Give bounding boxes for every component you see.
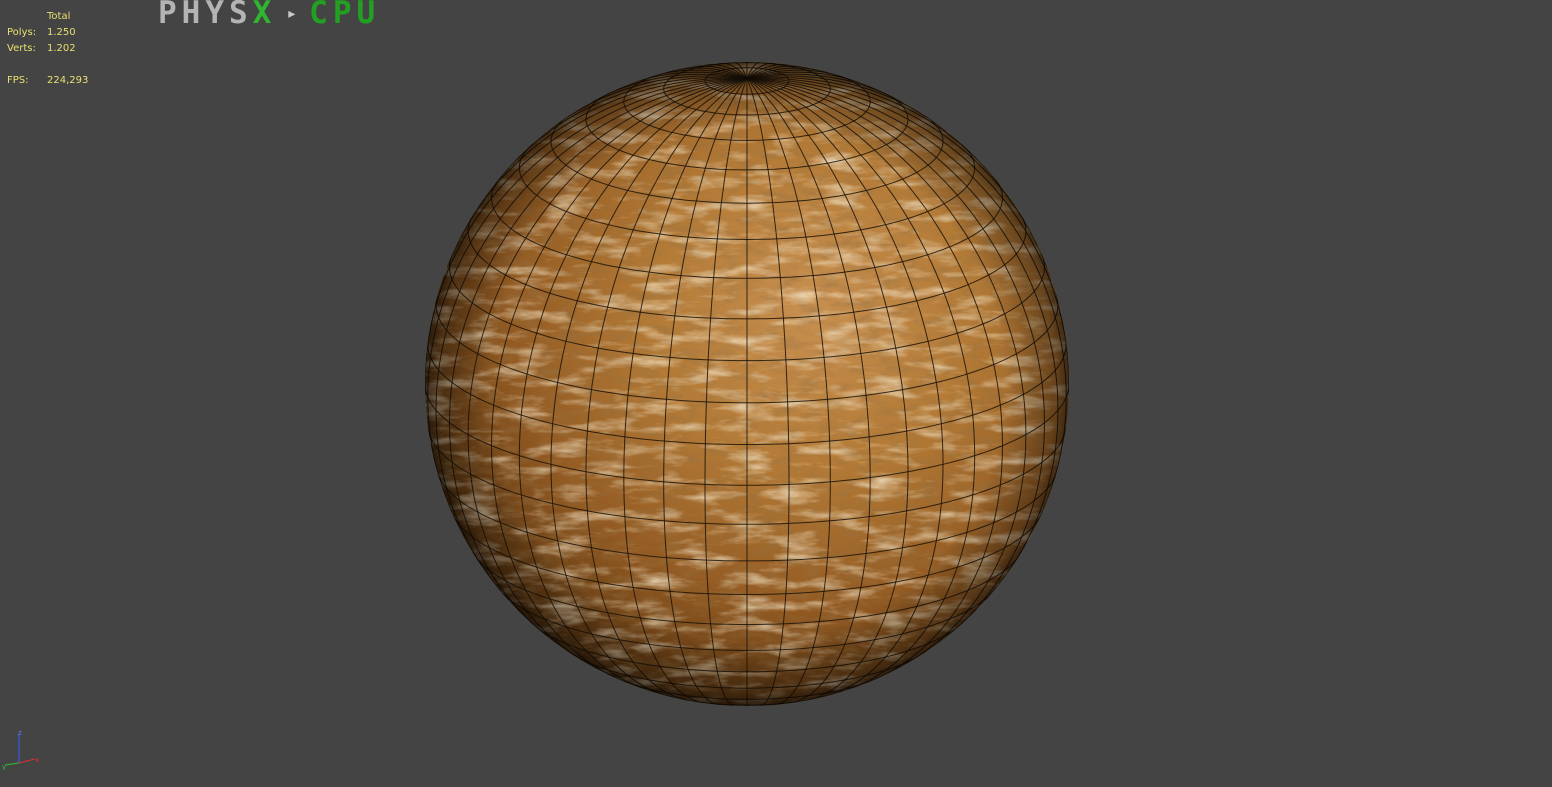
arrow-icon: ▸ <box>286 3 298 24</box>
x-axis-line <box>18 758 36 764</box>
viewport[interactable]: Total Polys: 1.250 Verts: 1.202 FPS: 224… <box>0 0 1552 787</box>
physx-x-letter: X <box>252 0 277 31</box>
sphere[interactable] <box>425 62 1069 706</box>
verts-value: 1.202 <box>47 43 76 54</box>
y-axis-line <box>4 762 20 766</box>
sphere-render[interactable] <box>0 0 1552 787</box>
polys-value: 1.250 <box>47 27 76 38</box>
y-axis-label: y <box>2 763 6 770</box>
axis-gizmo: z x y <box>2 729 39 770</box>
polys-label: Polys: <box>7 27 37 38</box>
physx-word: PHYS <box>158 0 253 31</box>
physx-banner: PHYSX ▸ CPU <box>158 0 380 29</box>
z-axis-label: z <box>18 729 22 737</box>
verts-label: Verts: <box>7 43 36 54</box>
fps-label: FPS: <box>7 75 29 86</box>
stats-header: Total <box>47 11 71 22</box>
physx-mode: CPU <box>309 0 381 31</box>
fps-value: 224,293 <box>47 75 89 86</box>
x-axis-label: x <box>35 756 39 764</box>
